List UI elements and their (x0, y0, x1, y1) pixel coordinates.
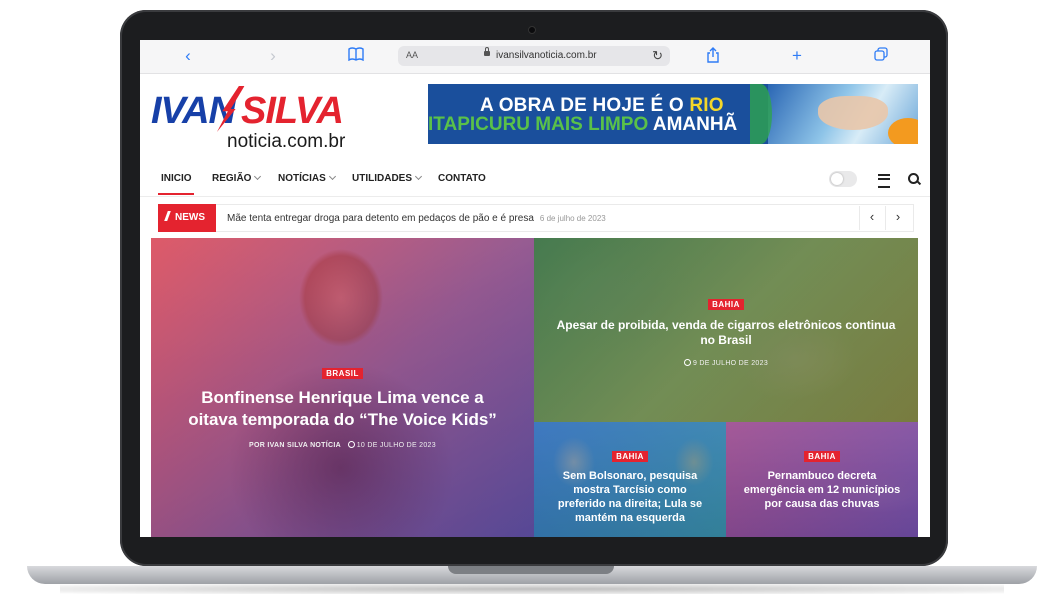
article-meta: POR IVAN SILVA NOTÍCIA 10 DE JULHO DE 20… (151, 440, 534, 449)
book-icon[interactable] (347, 47, 365, 65)
nav-item-inicio[interactable]: INICIO (161, 173, 192, 184)
news-ticker: NEWS Mãe tenta entregar droga para deten… (158, 204, 914, 232)
article-title[interactable]: Bonfinense Henrique Lima vence a oitava … (151, 387, 534, 431)
chevron-down-icon (328, 172, 336, 181)
featured-article-2[interactable]: BAHIA Apesar de proibida, venda de cigar… (534, 238, 918, 422)
ticker-badge: NEWS (158, 204, 216, 232)
banner-swoosh-shape (888, 118, 918, 144)
reader-aa-button[interactable]: AA (406, 50, 418, 60)
clock-icon (683, 358, 691, 366)
menu-icon[interactable] (878, 174, 890, 188)
article-body: BAHIA Sem Bolsonaro, pesquisa mostra Tar… (534, 446, 726, 525)
laptop-notch (448, 566, 614, 574)
lock-icon (484, 47, 490, 56)
article-meta: 9 DE JULHO DE 2023 (534, 358, 918, 367)
ticker-date: 6 de julho de 2023 (539, 214, 606, 223)
featured-article-main[interactable]: BRASIL Bonfinense Henrique Lima vence a … (151, 238, 534, 537)
category-badge[interactable]: BAHIA (804, 451, 840, 462)
nav-active-indicator (158, 193, 194, 195)
article-body: BRASIL Bonfinense Henrique Lima vence a … (151, 363, 534, 449)
ticker-headline[interactable]: Mãe tenta entregar droga para detento em… (227, 213, 606, 224)
address-bar[interactable]: AA ivansilvanoticia.com.br ↻ (398, 46, 670, 66)
article-body: BAHIA Apesar de proibida, venda de cigar… (534, 294, 918, 367)
browser-toolbar: ‹ › AA ivansilvanoticia.com.br ↻ + (140, 40, 930, 74)
featured-article-3[interactable]: BAHIA Sem Bolsonaro, pesquisa mostra Tar… (534, 422, 726, 537)
category-badge[interactable]: BRASIL (322, 368, 363, 379)
nav-item-utilidades[interactable]: UTILIDADES (352, 172, 423, 184)
logo-text-silva: SILVA (240, 90, 344, 132)
tabs-icon[interactable] (872, 47, 890, 65)
banner-hands-image (818, 96, 888, 130)
nav-item-regiao[interactable]: REGIÃO (212, 172, 262, 184)
category-badge[interactable]: BAHIA (612, 451, 648, 462)
browser-window: ‹ › AA ivansilvanoticia.com.br ↻ + IVAN S… (140, 40, 930, 537)
banner-leaf-shape (750, 84, 772, 144)
banner-line-2: ITAPICURU MAIS LIMPO AMANHÃ (428, 114, 738, 135)
bolt-icon (164, 211, 171, 221)
chevron-down-icon (414, 172, 423, 181)
clock-icon (347, 440, 355, 448)
laptop-shadow (60, 584, 1004, 594)
ticker-prev-button[interactable]: ‹ (859, 206, 884, 230)
chevron-down-icon (254, 172, 262, 181)
banner-ad[interactable]: A OBRA DE HOJE É O RIO ITAPICURU MAIS LI… (428, 84, 918, 144)
featured-article-4[interactable]: BAHIA Pernambuco decreta emergência em 1… (726, 422, 918, 537)
nav-item-noticias[interactable]: NOTÍCIAS (278, 172, 336, 184)
ticker-next-button[interactable]: › (885, 206, 910, 230)
article-body: BAHIA Pernambuco decreta emergência em 1… (726, 446, 918, 511)
forward-icon[interactable]: › (264, 47, 282, 65)
search-icon[interactable] (908, 173, 919, 184)
logo-subtitle: noticia.com.br (227, 131, 346, 152)
article-title[interactable]: Sem Bolsonaro, pesquisa mostra Tarcísio … (534, 469, 726, 525)
article-title[interactable]: Apesar de proibida, venda de cigarros el… (534, 318, 918, 349)
nav-item-contato[interactable]: CONTATO (438, 173, 486, 184)
article-date: 10 DE JULHO DE 2023 (356, 441, 436, 449)
article-title[interactable]: Pernambuco decreta emergência em 12 muni… (726, 469, 918, 511)
back-icon[interactable]: ‹ (179, 47, 197, 65)
main-nav: INICIO REGIÃO NOTÍCIAS UTILIDADES CONTAT… (140, 162, 930, 197)
logo-text-ivan: IVAN (151, 90, 236, 132)
site-logo[interactable]: IVAN SILVA noticia.com.br (151, 90, 351, 152)
dark-mode-toggle[interactable] (829, 171, 857, 187)
reload-icon[interactable]: ↻ (652, 48, 663, 64)
moon-icon (831, 173, 843, 185)
article-date: 9 DE JULHO DE 2023 (692, 359, 769, 367)
article-author[interactable]: POR IVAN SILVA NOTÍCIA (249, 442, 341, 449)
camera-icon (528, 26, 536, 34)
category-badge[interactable]: BAHIA (708, 299, 744, 310)
url-text[interactable]: ivansilvanoticia.com.br (496, 50, 597, 61)
plus-icon[interactable]: + (788, 47, 806, 65)
share-icon[interactable] (704, 47, 722, 65)
